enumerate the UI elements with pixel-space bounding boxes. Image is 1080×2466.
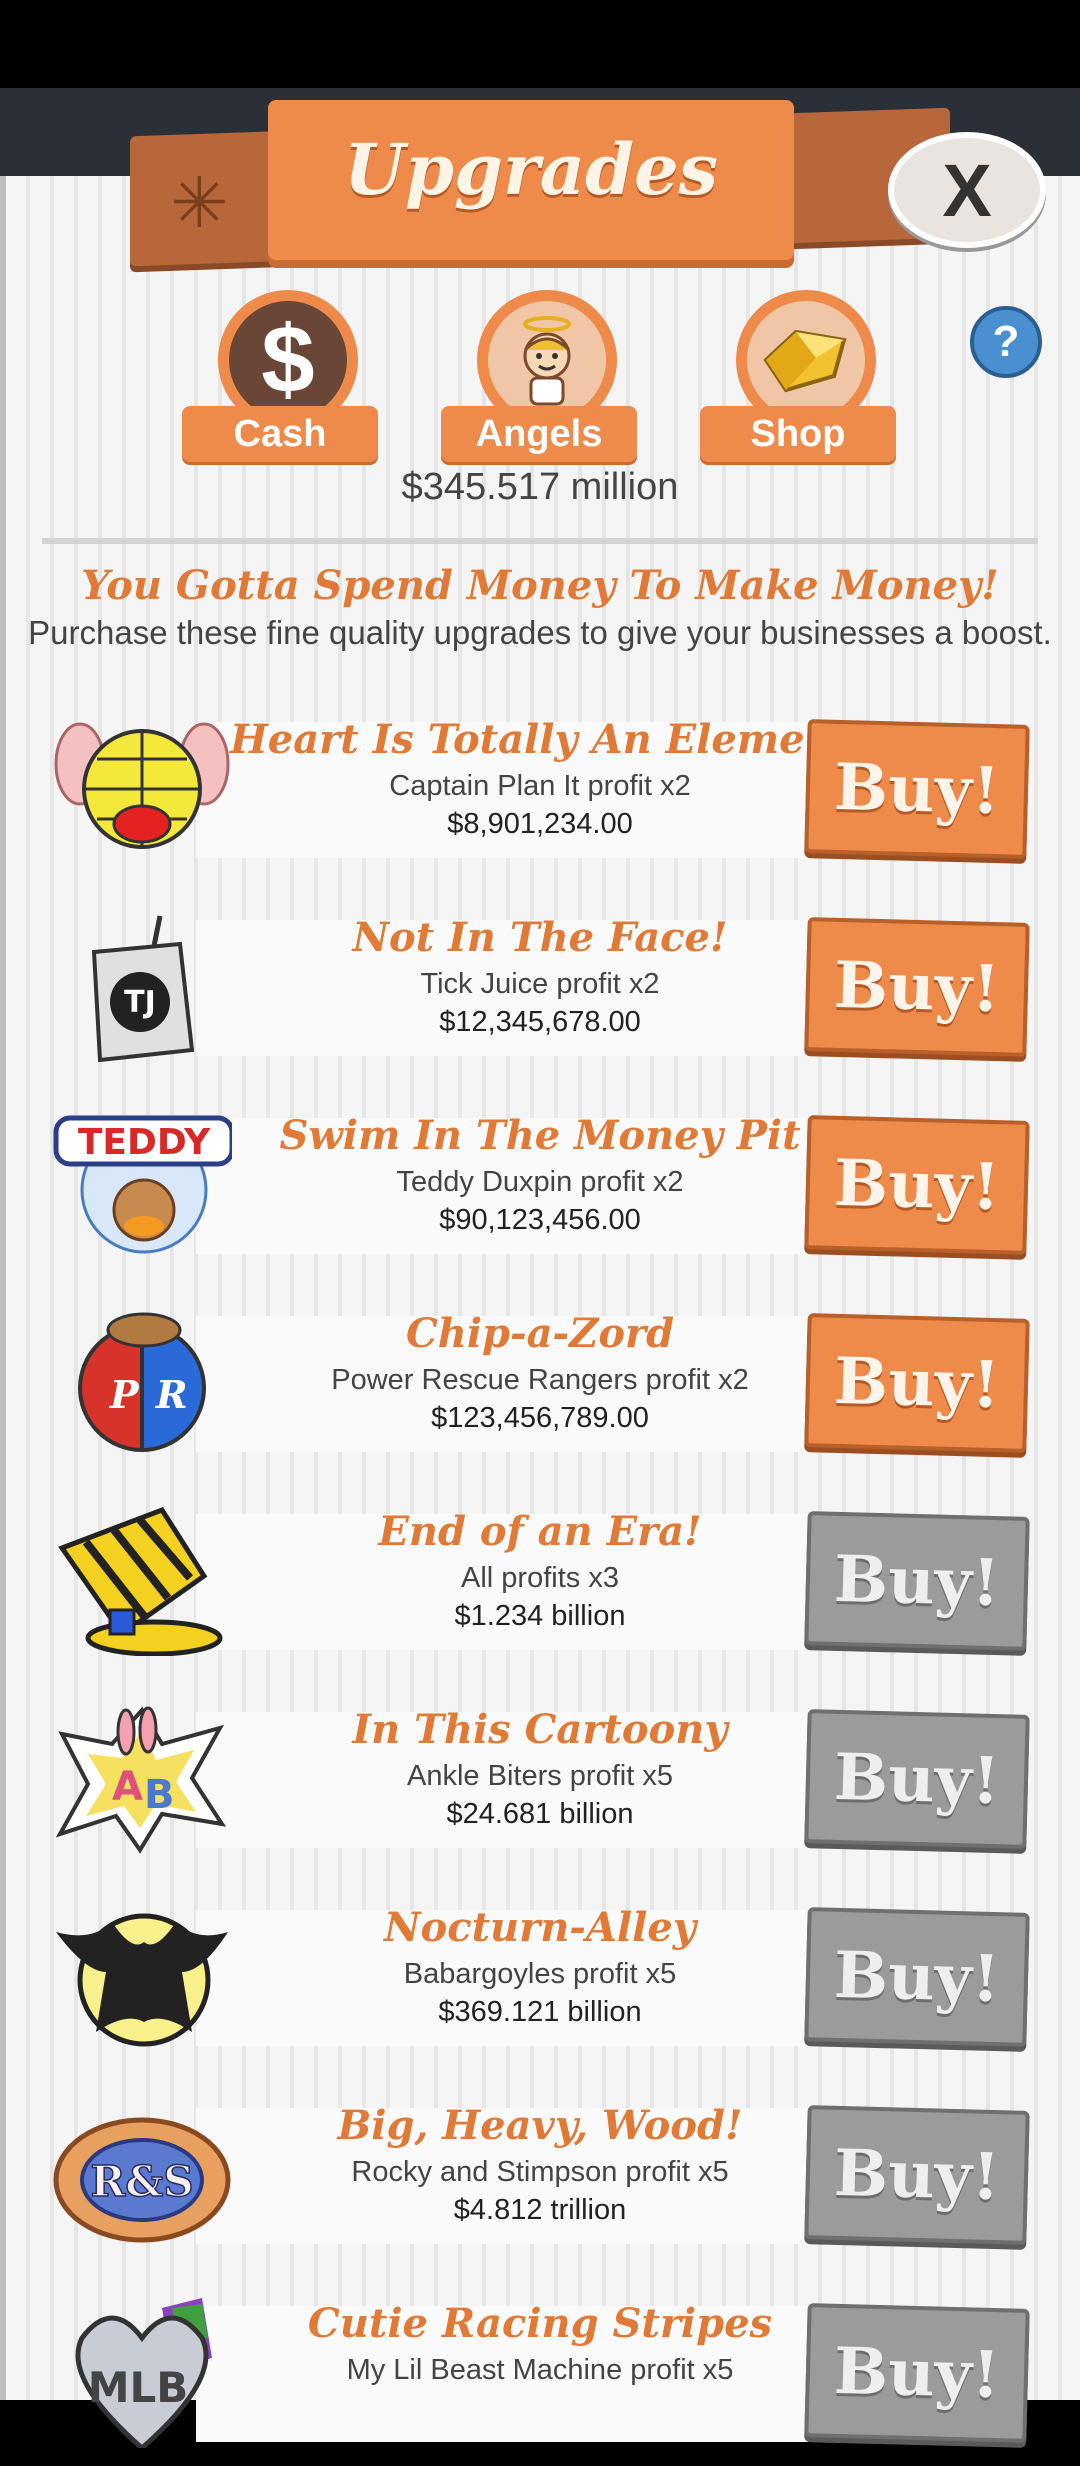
upgrade-name: Not In The Face! bbox=[352, 914, 728, 961]
section-description: Purchase these fine quality upgrades to … bbox=[28, 614, 1052, 651]
question-icon: ? bbox=[992, 317, 1020, 366]
striped-hat-icon bbox=[52, 1506, 232, 1656]
upgrade-price: $123,456,789.00 bbox=[431, 1402, 649, 1434]
svg-text:R&S: R&S bbox=[90, 2157, 193, 2206]
upgrade-row: End of an Era! All profits x3 $1.234 bil… bbox=[0, 1494, 1080, 1674]
mlb-heart-icon: MLB bbox=[52, 2298, 232, 2448]
page-title: Upgrades bbox=[343, 128, 719, 211]
svg-text:P: P bbox=[109, 1372, 140, 1417]
upgrade-effect: My Lil Beast Machine profit x5 bbox=[346, 2354, 734, 2386]
upgrade-row: TEDDY Swim In The Money Pit Teddy Duxpin… bbox=[0, 1098, 1080, 1278]
svg-text:A: A bbox=[112, 1764, 143, 1810]
upgrade-effect: Tick Juice profit x2 bbox=[420, 968, 660, 1000]
upgrade-name: In This Cartoony bbox=[352, 1706, 728, 1753]
upgrade-row: A B In This Cartoony Ankle Biters profit… bbox=[0, 1692, 1080, 1872]
upgrade-effect: Ankle Biters profit x5 bbox=[407, 1760, 673, 1792]
upgrade-name: Heart Is Totally An Element bbox=[230, 716, 853, 763]
upgrade-row: TJ Not In The Face! Tick Juice profit x2… bbox=[0, 900, 1080, 1080]
svg-text:TJ: TJ bbox=[124, 985, 156, 1020]
help-button[interactable]: ? bbox=[970, 306, 1042, 378]
upgrade-row: Nocturn-Alley Babargoyles profit x5 $369… bbox=[0, 1890, 1080, 2070]
upgrade-effect: All profits x3 bbox=[461, 1562, 619, 1594]
buy-button[interactable]: Buy! bbox=[804, 2105, 1030, 2245]
upgrade-name: Chip-a-Zord bbox=[405, 1310, 675, 1357]
buy-button[interactable]: Buy! bbox=[804, 1313, 1030, 1453]
juice-box-icon: TJ bbox=[52, 912, 232, 1062]
rocky-stimpson-icon: R&S bbox=[52, 2100, 232, 2250]
status-bar bbox=[0, 0, 1080, 88]
dollar-icon: $ bbox=[229, 301, 347, 419]
gargoyle-moon-icon bbox=[52, 1902, 232, 2052]
upgrade-effect: Babargoyles profit x5 bbox=[403, 1958, 677, 1990]
buy-button[interactable]: Buy! bbox=[804, 719, 1030, 859]
angel-icon bbox=[488, 301, 606, 419]
gold-gem-icon bbox=[747, 301, 865, 419]
close-icon: X bbox=[942, 148, 992, 232]
upgrade-effect: Teddy Duxpin profit x2 bbox=[396, 1166, 684, 1198]
upgrade-price: $4.812 trillion bbox=[453, 2194, 627, 2226]
svg-text:TEDDY: TEDDY bbox=[78, 1122, 211, 1163]
divider bbox=[42, 538, 1038, 544]
buy-button[interactable]: Buy! bbox=[804, 1907, 1030, 2047]
upgrade-price: $90,123,456.00 bbox=[439, 1204, 641, 1236]
upgrade-price: $12,345,678.00 bbox=[439, 1006, 641, 1038]
upgrade-price: $8,901,234.00 bbox=[447, 808, 633, 840]
upgrade-row: Heart Is Totally An Element Captain Plan… bbox=[0, 702, 1080, 882]
upgrade-name: Big, Heavy, Wood! bbox=[337, 2102, 743, 2149]
buy-button[interactable]: Buy! bbox=[804, 1709, 1030, 1849]
svg-text:B: B bbox=[144, 1772, 175, 1818]
upgrade-name: Swim In The Money Pit bbox=[279, 1112, 801, 1159]
tab-shop-label: Shop bbox=[700, 406, 896, 462]
rescue-rangers-icon: P R bbox=[52, 1308, 232, 1458]
upgrade-row: R&S Big, Heavy, Wood! Rocky and Stimpson… bbox=[0, 2088, 1080, 2268]
cash-balance: $345.517 million bbox=[401, 466, 679, 508]
upgrade-price: $369.121 billion bbox=[438, 1996, 642, 2028]
upgrade-row: P R Chip-a-Zord Power Rescue Rangers pro… bbox=[0, 1296, 1080, 1476]
upgrade-row: MLB Cutie Racing Stripes My Lil Beast Ma… bbox=[0, 2286, 1080, 2466]
section-headline: You Gotta Spend Money To Make Money! bbox=[81, 562, 999, 609]
upgrade-effect: Rocky and Stimpson profit x5 bbox=[351, 2156, 729, 2188]
bunny-badge-icon: A B bbox=[52, 1704, 232, 1854]
buy-button[interactable]: Buy! bbox=[804, 2303, 1030, 2443]
buy-button[interactable]: Buy! bbox=[804, 1115, 1030, 1255]
starburst-icon: ✳ bbox=[170, 164, 229, 242]
tab-angels-label: Angels bbox=[441, 406, 637, 462]
planet-globe-icon bbox=[52, 714, 232, 864]
upgrade-price: $1.234 billion bbox=[454, 1600, 626, 1632]
upgrade-name: Cutie Racing Stripes bbox=[307, 2300, 773, 2347]
teddy-bear-icon: TEDDY bbox=[52, 1110, 232, 1260]
svg-text:R: R bbox=[155, 1372, 188, 1417]
close-button[interactable]: X bbox=[888, 132, 1046, 248]
upgrade-effect: Power Rescue Rangers profit x2 bbox=[331, 1364, 749, 1396]
buy-button[interactable]: Buy! bbox=[804, 917, 1030, 1057]
upgrade-name: End of an Era! bbox=[378, 1508, 702, 1555]
upgrade-effect: Captain Plan It profit x2 bbox=[389, 770, 691, 802]
svg-text:MLB: MLB bbox=[88, 2363, 189, 2412]
upgrade-name: Nocturn-Alley bbox=[383, 1904, 697, 1951]
buy-button[interactable]: Buy! bbox=[804, 1511, 1030, 1651]
tab-cash-label: Cash bbox=[182, 406, 378, 462]
upgrade-price: $24.681 billion bbox=[446, 1798, 634, 1830]
